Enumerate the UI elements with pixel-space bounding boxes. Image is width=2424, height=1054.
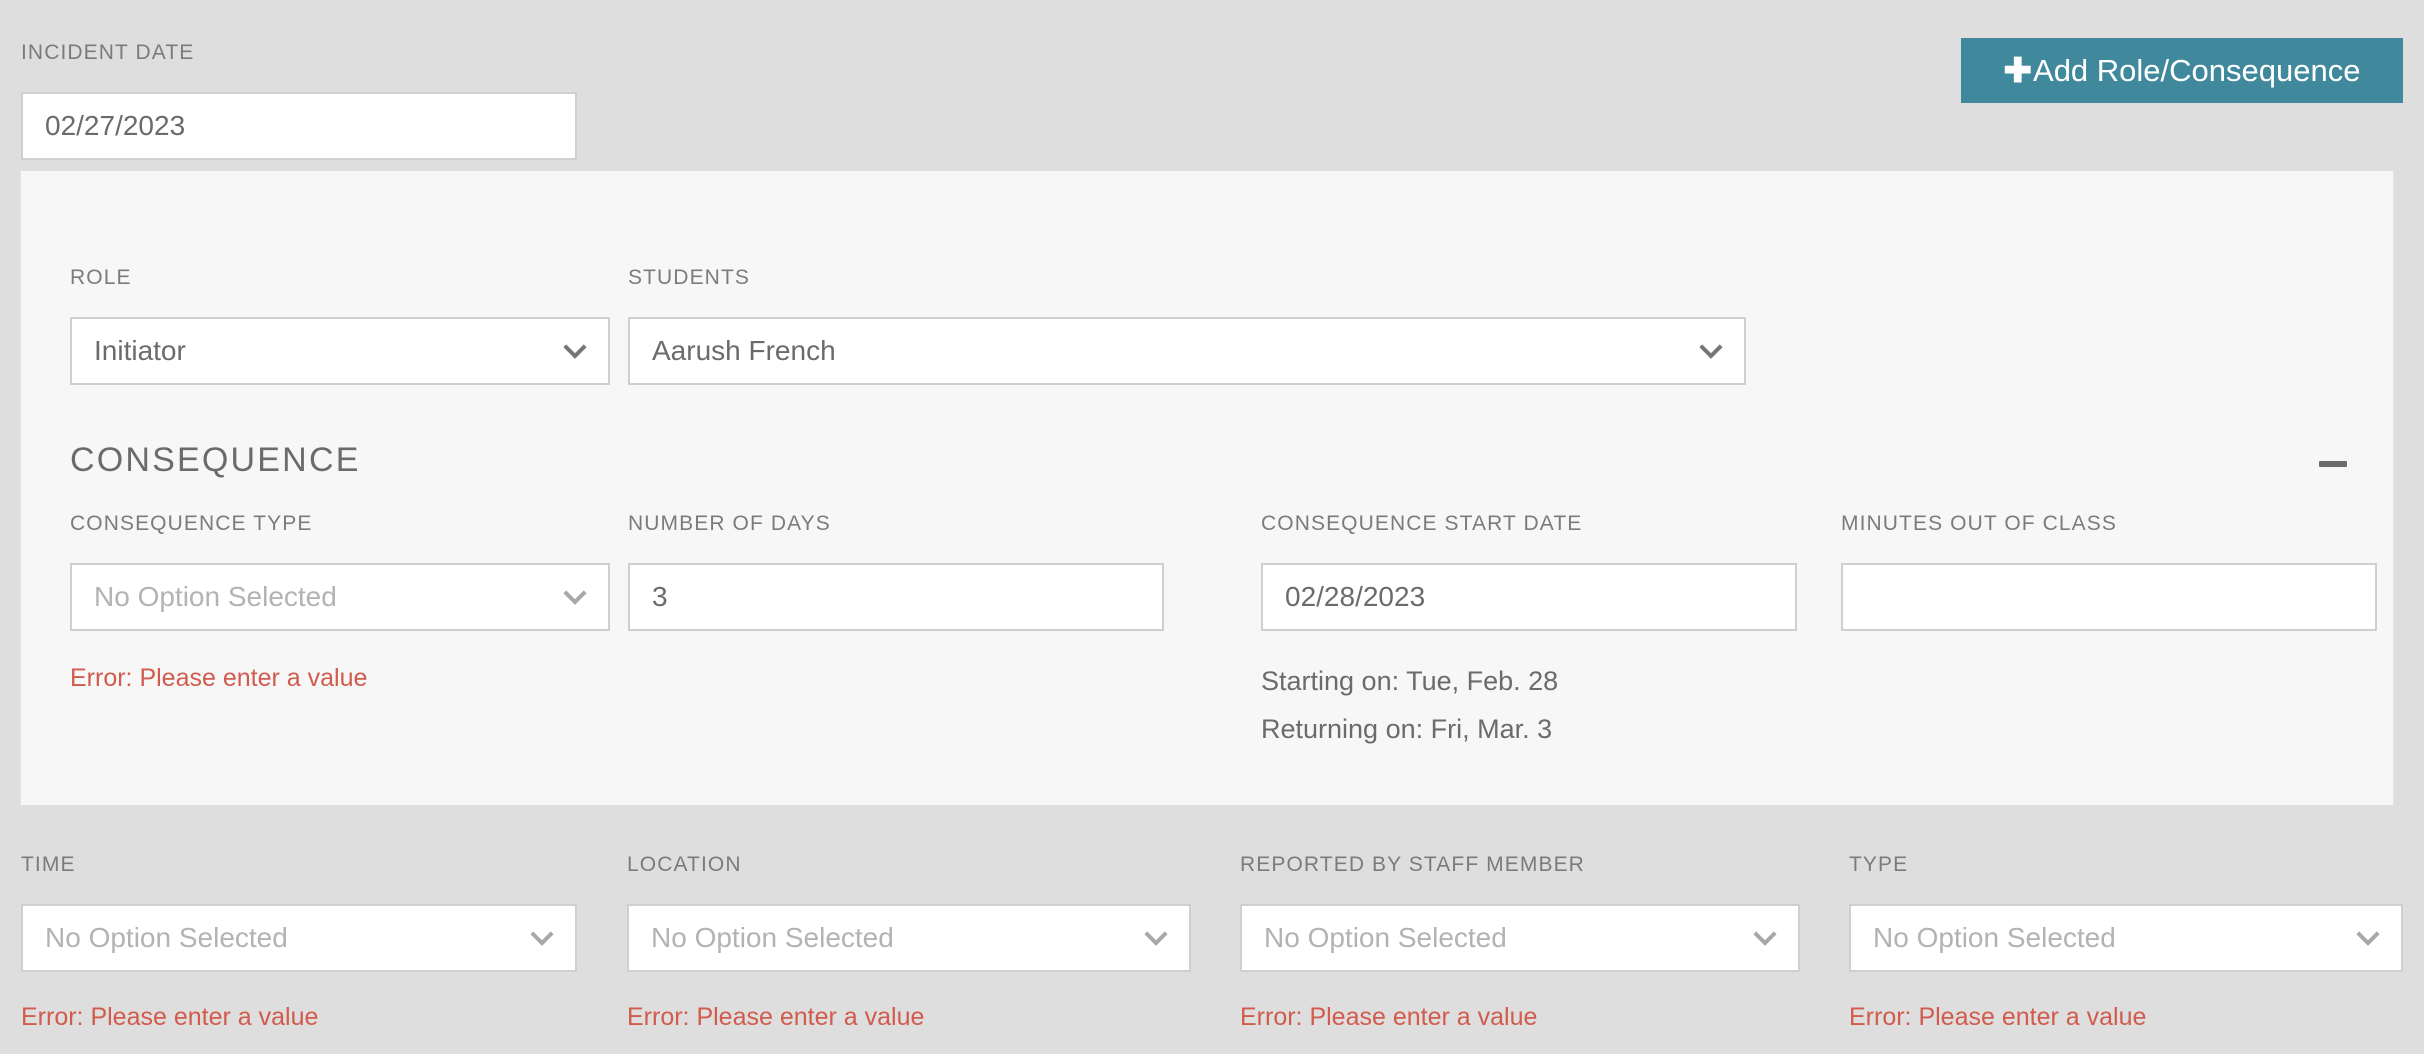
collapse-consequence-button[interactable]: [2313, 452, 2353, 476]
reported-by-staff-member-label: REPORTED BY STAFF MEMBER: [1240, 853, 1585, 876]
add-role-consequence-label: Add Role/Consequence: [2033, 52, 2361, 88]
topbar: INCIDENT DATE 02/27/2023 ✚ Add Role/Conse…: [0, 0, 2424, 171]
minus-icon: [2319, 461, 2347, 467]
chevron-down-icon: [563, 344, 587, 359]
consequence-type-select[interactable]: No Option Selected: [70, 563, 610, 631]
incident-date-value: 02/27/2023: [45, 110, 186, 141]
minutes-out-of-class-label: MINUTES OUT OF CLASS: [1841, 512, 2117, 535]
number-of-days-input[interactable]: 3: [628, 563, 1164, 631]
consequence-section-title: CONSEQUENCE: [70, 441, 361, 479]
type-select[interactable]: No Option Selected: [1849, 904, 2403, 972]
role-value: Initiator: [94, 335, 186, 366]
reported-by-staff-member-select[interactable]: No Option Selected: [1240, 904, 1800, 972]
time-error: Error: Please enter a value: [21, 1003, 319, 1031]
minutes-out-of-class-input[interactable]: [1841, 563, 2377, 631]
chevron-down-icon: [1144, 931, 1168, 946]
time-value: No Option Selected: [45, 922, 288, 953]
chevron-down-icon: [1699, 344, 1723, 359]
role-select[interactable]: Initiator: [70, 317, 610, 385]
consequence-type-error: Error: Please enter a value: [70, 664, 368, 692]
chevron-down-icon: [530, 931, 554, 946]
role-consequence-panel: ROLE Initiator STUDENTS Aarush French CO…: [19, 171, 2395, 805]
type-value: No Option Selected: [1873, 922, 2116, 953]
location-select[interactable]: No Option Selected: [627, 904, 1191, 972]
plus-icon: ✚: [2003, 51, 2033, 90]
time-label: TIME: [21, 853, 76, 876]
reported-by-staff-member-error: Error: Please enter a value: [1240, 1003, 1538, 1031]
type-label: TYPE: [1849, 853, 1909, 876]
incident-date-label: INCIDENT DATE: [21, 41, 195, 64]
location-error: Error: Please enter a value: [627, 1003, 925, 1031]
incident-details-row: TIME No Option Selected Error: Please en…: [0, 805, 2424, 1054]
incident-date-input[interactable]: 02/27/2023: [21, 92, 577, 160]
students-label: STUDENTS: [628, 266, 750, 289]
students-value: Aarush French: [652, 335, 836, 366]
consequence-start-date-input[interactable]: 02/28/2023: [1261, 563, 1797, 631]
consequence-start-date-label: CONSEQUENCE START DATE: [1261, 512, 1583, 535]
consequence-type-label: CONSEQUENCE TYPE: [70, 512, 313, 535]
consequence-type-value: No Option Selected: [94, 581, 337, 612]
chevron-down-icon: [1753, 931, 1777, 946]
type-error: Error: Please enter a value: [1849, 1003, 2147, 1031]
number-of-days-label: NUMBER OF DAYS: [628, 512, 831, 535]
students-select[interactable]: Aarush French: [628, 317, 1746, 385]
number-of-days-value: 3: [652, 581, 668, 612]
role-label: ROLE: [70, 266, 132, 289]
time-select[interactable]: No Option Selected: [21, 904, 577, 972]
consequence-returning-on-note: Returning on: Fri, Mar. 3: [1261, 714, 1553, 744]
reported-by-staff-member-value: No Option Selected: [1264, 922, 1507, 953]
consequence-starting-on-note: Starting on: Tue, Feb. 28: [1261, 666, 1559, 696]
chevron-down-icon: [2356, 931, 2380, 946]
location-label: LOCATION: [627, 853, 742, 876]
consequence-start-date-value: 02/28/2023: [1285, 581, 1426, 612]
add-role-consequence-button[interactable]: ✚ Add Role/Consequence: [1961, 38, 2403, 103]
chevron-down-icon: [563, 590, 587, 605]
location-value: No Option Selected: [651, 922, 894, 953]
